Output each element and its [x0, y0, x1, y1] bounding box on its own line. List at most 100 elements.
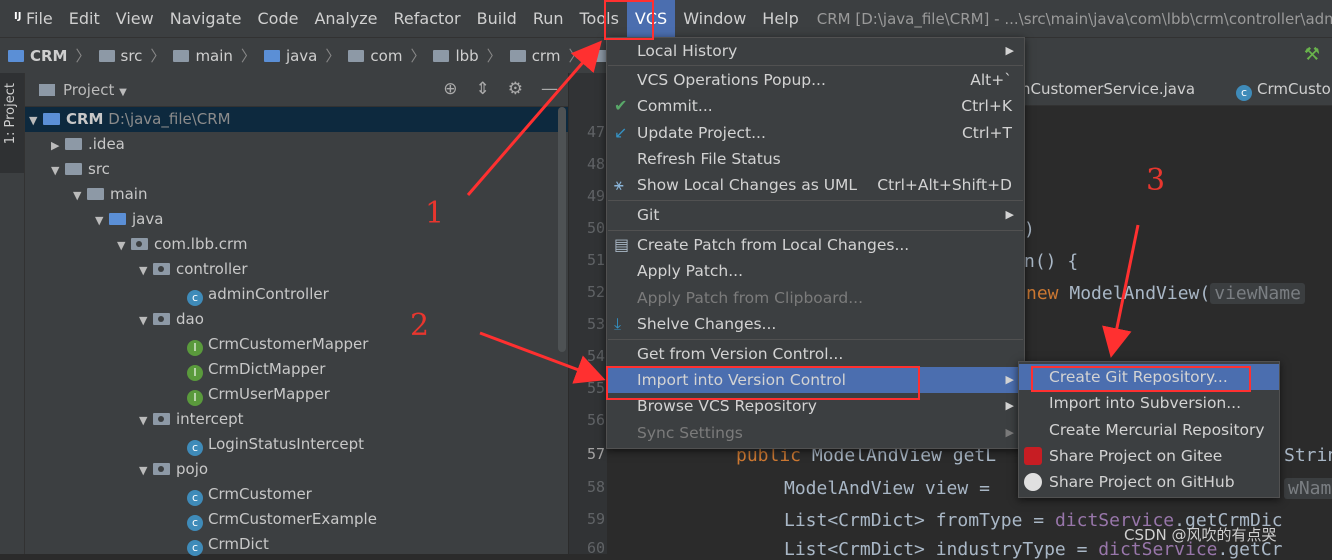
- tree-item[interactable]: ▼ CRM D:\java_file\CRM: [25, 107, 572, 132]
- annotation-number-3: 3: [1146, 163, 1166, 198]
- gear-icon[interactable]: ⚙: [508, 79, 523, 99]
- menu-file[interactable]: File: [18, 0, 61, 37]
- menu-item-share-on-gitee[interactable]: Share Project on Gitee: [1019, 443, 1279, 469]
- menu-item-share-on-github[interactable]: Share Project on GitHub: [1019, 469, 1279, 495]
- breadcrumb-item[interactable]: com 〉: [348, 45, 425, 66]
- breadcrumb-item[interactable]: lbb 〉: [433, 45, 502, 66]
- menu-item-git[interactable]: Git ▶: [607, 202, 1024, 228]
- build-hammer-icon[interactable]: ⚒: [1304, 44, 1320, 65]
- menu-window[interactable]: Window: [675, 0, 754, 37]
- menu-item-create-patch[interactable]: ▤ Create Patch from Local Changes...: [607, 232, 1024, 258]
- patch-file-icon: ▤: [614, 235, 630, 254]
- menu-item-shelve-changes[interactable]: ⤓ Shelve Changes...: [607, 311, 1024, 337]
- menu-item-update-project[interactable]: ↙ Update Project... Ctrl+T: [607, 120, 1024, 146]
- folder-icon: [173, 49, 190, 62]
- menu-item-refresh-file-status[interactable]: Refresh File Status: [607, 146, 1024, 172]
- menu-item-vcs-operations-popup[interactable]: VCS Operations Popup... Alt+`: [607, 67, 1024, 93]
- folder-icon: [509, 49, 526, 62]
- chevron-right-icon: 〉: [75, 47, 91, 65]
- breadcrumb-item[interactable]: crm 〉: [509, 45, 584, 66]
- menu-separator: [608, 339, 1023, 340]
- collapse-all-icon[interactable]: ⇕: [476, 79, 490, 99]
- expanded-arrow-icon: ▼: [139, 314, 148, 327]
- package-icon: [153, 463, 170, 475]
- project-panel-header: Project ▼ ⊕ ⇕ ⚙ —: [25, 73, 568, 107]
- vcs-dropdown-menu: Local History ▶ VCS Operations Popup... Al…: [606, 37, 1025, 449]
- breadcrumb-item[interactable]: CRM 〉: [8, 45, 91, 66]
- expanded-arrow-icon: ▼: [139, 464, 148, 477]
- locate-target-icon[interactable]: ⊕: [443, 79, 457, 99]
- watermark: CSDN @风吹的有点哭: [1124, 526, 1277, 544]
- chevron-right-icon: 〉: [240, 47, 256, 65]
- menu-help[interactable]: Help: [754, 0, 806, 37]
- menu-code[interactable]: Code: [250, 0, 307, 37]
- expanded-arrow-icon: ▼: [51, 164, 60, 177]
- source-folder-icon: [109, 213, 126, 225]
- scrollbar[interactable]: [558, 107, 566, 352]
- shelve-icon: ⤓: [614, 314, 622, 333]
- interface-icon: I: [187, 365, 203, 381]
- menu-item-commit[interactable]: ✔ Commit... Ctrl+K: [607, 93, 1024, 119]
- class-icon: c: [187, 290, 203, 306]
- project-tool-tab[interactable]: 1: Project: [0, 73, 24, 173]
- menu-edit[interactable]: Edit: [61, 0, 108, 37]
- menu-item-browse-vcs-repository[interactable]: Browse VCS Repository ▶: [607, 393, 1024, 419]
- menu-item-import-into-subversion[interactable]: Import into Subversion...: [1019, 390, 1279, 416]
- menu-analyze[interactable]: Analyze: [306, 0, 385, 37]
- project-view-selector[interactable]: Project ▼: [63, 81, 127, 99]
- chevron-right-icon: 〉: [410, 47, 426, 65]
- chevron-right-icon: 〉: [325, 47, 341, 65]
- folder-icon: [87, 188, 104, 200]
- class-icon: c: [187, 440, 203, 456]
- expanded-arrow-icon: ▼: [139, 414, 148, 427]
- expanded-arrow-icon: ▼: [95, 214, 104, 227]
- menu-item-show-local-changes-uml[interactable]: ⚹ Show Local Changes as UML Ctrl+Alt+Shift…: [607, 172, 1024, 198]
- menu-build[interactable]: Build: [469, 0, 525, 37]
- line-number-gutter: 47 48 49 50 51 52 53 54 55 56 57 58 59 6…: [568, 73, 607, 557]
- tree-item[interactable]: ▼ java: [25, 207, 638, 232]
- checkmark-icon: ✔: [614, 96, 628, 115]
- class-icon: c: [187, 490, 203, 506]
- menu-view[interactable]: View: [108, 0, 162, 37]
- menu-item-create-mercurial-repository[interactable]: Create Mercurial Repository: [1019, 417, 1279, 443]
- menu-item-import-into-vcs[interactable]: Import into Version Control ▶: [607, 367, 1024, 393]
- menu-navigate[interactable]: Navigate: [162, 0, 250, 37]
- tree-item[interactable]: ▶ .idea: [25, 132, 594, 157]
- menu-tools[interactable]: Tools: [572, 0, 627, 37]
- project-tree: ▼ CRM D:\java_file\CRM ▶ .idea ▼ src ▼ main …: [25, 107, 572, 556]
- menu-item-local-history[interactable]: Local History ▶: [607, 38, 1024, 64]
- menu-item-get-from-vcs[interactable]: Get from Version Control...: [607, 341, 1024, 367]
- expanded-arrow-icon: ▼: [139, 264, 148, 277]
- interface-icon: I: [187, 340, 203, 356]
- window-title: CRM [D:\java_file\CRM] - ...\src\main\ja…: [816, 9, 1332, 28]
- folder-icon: [263, 49, 280, 62]
- chevron-right-icon: 〉: [568, 47, 584, 65]
- submenu-arrow-icon: ▶: [1005, 399, 1014, 412]
- tree-item[interactable]: ▼ src: [25, 157, 594, 182]
- submenu-arrow-icon: ▶: [1005, 426, 1014, 439]
- folder-icon: [98, 49, 115, 62]
- submenu-arrow-icon: ▶: [1005, 208, 1014, 221]
- expanded-arrow-icon: ▼: [73, 189, 82, 202]
- menu-item-create-git-repository[interactable]: Create Git Repository...: [1019, 364, 1279, 390]
- menu-refactor[interactable]: Refactor: [386, 0, 469, 37]
- class-icon: c: [187, 515, 203, 531]
- expanded-arrow-icon: ▼: [29, 114, 38, 127]
- chevron-down-icon: ▼: [119, 86, 127, 98]
- tab-crm-customer[interactable]: cCrmCustom: [1236, 73, 1332, 105]
- hide-panel-icon[interactable]: —: [541, 79, 558, 99]
- chevron-right-icon: 〉: [150, 47, 166, 65]
- package-icon: [131, 238, 148, 250]
- breadcrumb-item[interactable]: src 〉: [98, 45, 166, 66]
- menu-item-apply-patch-clipboard: Apply Patch from Clipboard...: [637, 289, 863, 307]
- folder-icon: [65, 163, 82, 175]
- menu-run[interactable]: Run: [525, 0, 572, 37]
- breadcrumb-item[interactable]: java 〉: [263, 45, 341, 66]
- tab-crm-customer-service[interactable]: rmCustomerService.java: [1010, 73, 1195, 105]
- breadcrumb-item[interactable]: main 〉: [173, 45, 256, 66]
- menu-vcs[interactable]: VCS: [626, 0, 676, 37]
- github-icon: [1024, 473, 1042, 491]
- tree-item[interactable]: ▼ main: [25, 182, 616, 207]
- menu-separator: [608, 230, 1023, 231]
- menu-item-apply-patch[interactable]: Apply Patch...: [607, 258, 1024, 284]
